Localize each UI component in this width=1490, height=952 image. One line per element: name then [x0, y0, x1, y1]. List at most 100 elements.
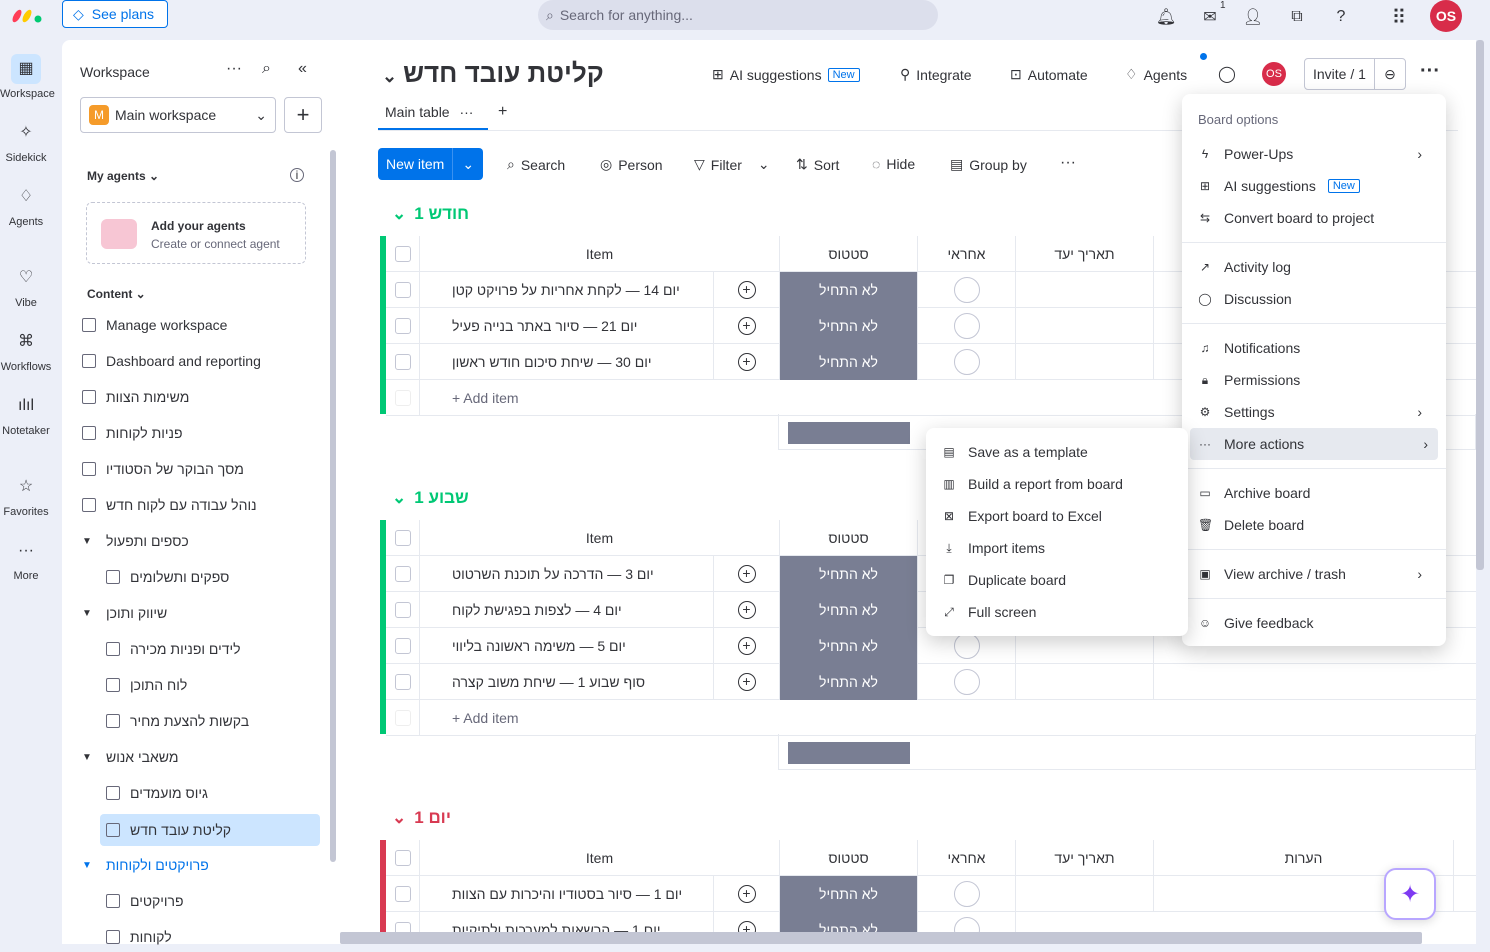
menu-item-activity-log[interactable]: ↗ Activity log: [1198, 251, 1291, 283]
inbox-icon[interactable]: ✉: [1199, 6, 1221, 28]
collapse-icon[interactable]: «: [298, 60, 307, 78]
table-row[interactable]: סוף שבוע 1 — שיחת משוב קצרה + לא התחיל: [386, 664, 1476, 700]
board-owner-avatar[interactable]: OS: [1262, 62, 1286, 86]
global-search-input[interactable]: ⌕ Search for anything...: [538, 0, 938, 30]
info-icon[interactable]: i: [290, 168, 304, 182]
sidebar-item-board[interactable]: לקוחות: [106, 922, 172, 952]
my-agents-section[interactable]: My agents ⌄: [87, 169, 159, 183]
sidebar-folder[interactable]: ▼ פרויקטים ולקוחות: [82, 850, 209, 880]
rail-notetaker[interactable]: ılıl Notetaker: [0, 391, 52, 437]
item-name[interactable]: יום 5 — משימה ראשונה בליווי: [420, 628, 714, 664]
sidebar-item-board[interactable]: פרויקטים: [106, 886, 184, 916]
new-item-button[interactable]: New item ⌄: [378, 148, 483, 180]
agents-button[interactable]: ♢ Agents: [1125, 66, 1187, 83]
status-cell[interactable]: לא התחיל: [780, 308, 918, 344]
item-name[interactable]: יום 3 — הדרכה על תוכנת השרטוט: [420, 556, 714, 592]
rail-workspace[interactable]: ▦ Workspace: [0, 54, 55, 100]
rail-agents[interactable]: ♢ Agents: [0, 182, 52, 228]
status-cell[interactable]: לא התחיל: [780, 664, 918, 700]
menu-item-archive[interactable]: ▭ Archive board: [1198, 477, 1310, 509]
automate-button[interactable]: ⊡ Automate: [1010, 66, 1088, 83]
add-agents-card[interactable]: Add your agents Create or connect agent: [86, 202, 306, 264]
person-filter-button[interactable]: ◎ Person: [600, 156, 663, 173]
menu-item-convert[interactable]: ⇆ Convert board to project: [1198, 202, 1374, 234]
menu-item-delete[interactable]: 🗑︎ Delete board: [1198, 509, 1304, 541]
content-section[interactable]: Content ⌄: [87, 287, 146, 301]
add-view-icon[interactable]: +: [498, 103, 507, 121]
due-cell[interactable]: [1016, 664, 1154, 700]
see-plans-button[interactable]: ◇ See plans: [62, 0, 168, 28]
checkbox[interactable]: [394, 886, 411, 902]
checkbox[interactable]: [394, 566, 411, 582]
hide-button[interactable]: ◌ Hide: [872, 156, 915, 172]
menu-item-build-report[interactable]: ▥ Build a report from board: [942, 468, 1123, 500]
group-title[interactable]: ⌄ יום 1: [392, 808, 451, 828]
bell-icon[interactable]: 🔔︎: [1155, 6, 1177, 28]
person-icon[interactable]: [953, 313, 980, 339]
board-menu-icon[interactable]: ···: [1420, 60, 1440, 83]
link-icon[interactable]: ⊖: [1375, 66, 1405, 83]
person-icon[interactable]: [953, 277, 980, 303]
select-all-cell[interactable]: [386, 236, 420, 272]
search-icon[interactable]: ⌕: [262, 60, 271, 78]
sidebar-item-board[interactable]: מסך הבוקר של הסטודיו: [82, 454, 244, 484]
menu-item-view-archive[interactable]: ▣ View archive / trash ›: [1198, 558, 1438, 590]
sidebar-options-icon[interactable]: ···: [226, 60, 242, 78]
rail-more[interactable]: ··· More: [0, 536, 52, 582]
sidebar-item-board[interactable]: גיוס מועמדים: [106, 778, 208, 808]
menu-item-export-excel[interactable]: ⊠ Export board to Excel: [942, 500, 1102, 532]
status-cell[interactable]: לא התחיל: [780, 272, 918, 308]
menu-item-settings[interactable]: ⚙ Settings ›: [1198, 396, 1438, 428]
status-cell[interactable]: לא התחיל: [780, 344, 918, 380]
sidebar-item-board[interactable]: פניות לקוחות: [82, 418, 183, 448]
add-item-button[interactable]: + Add item: [420, 700, 820, 736]
menu-item-full-screen[interactable]: ⤢ Full screen: [942, 596, 1036, 628]
sidebar-item-board[interactable]: לוח התוכן: [106, 670, 187, 700]
user-avatar[interactable]: OS: [1430, 0, 1462, 32]
invite-members-icon[interactable]: 👤︎: [1242, 6, 1264, 28]
sort-button[interactable]: ⇅ Sort: [796, 156, 839, 173]
sidebar-item-board[interactable]: לידים ופניות מכירה: [106, 634, 241, 664]
menu-item-permissions[interactable]: 🔒︎ Permissions: [1198, 364, 1300, 396]
invite-button[interactable]: Invite / 1 ⊖: [1304, 58, 1406, 90]
add-update-icon[interactable]: +: [737, 281, 756, 299]
person-icon[interactable]: [953, 881, 980, 907]
menu-item-discussion[interactable]: ◯ Discussion: [1198, 283, 1291, 315]
status-cell[interactable]: לא התחיל: [780, 628, 918, 664]
table-row[interactable]: יום 1 — סיור בסטודיו והיכרות עם הצוות + …: [386, 876, 1476, 912]
sidebar-scrollbar[interactable]: [330, 150, 336, 862]
menu-item-duplicate[interactable]: ❐ Duplicate board: [942, 564, 1066, 596]
chat-icon[interactable]: ◯: [1218, 64, 1236, 84]
sidebar-item-active-board[interactable]: קליטת עובד חדש: [100, 814, 320, 846]
checkbox[interactable]: [394, 318, 411, 334]
menu-item-save-template[interactable]: ▤ Save as a template: [942, 436, 1088, 468]
person-icon[interactable]: [953, 633, 980, 659]
sidebar-item-doc[interactable]: נוהל עבודה עם לקוח חדש: [82, 490, 257, 520]
checkbox[interactable]: [394, 638, 411, 654]
chevron-down-icon[interactable]: ⌄: [453, 156, 483, 173]
sidebar-item-board[interactable]: בקשות להצעת מחיר: [106, 706, 249, 736]
search-button[interactable]: ⌕ Search: [507, 156, 565, 173]
board-scrollbar[interactable]: [1476, 40, 1484, 570]
status-cell[interactable]: לא התחיל: [780, 556, 918, 592]
ai-suggestions-button[interactable]: ⊞ AI suggestions New: [712, 66, 860, 83]
add-update-icon[interactable]: +: [737, 317, 756, 335]
rail-vibe[interactable]: ♡ Vibe: [0, 263, 52, 309]
add-update-icon[interactable]: +: [737, 885, 756, 903]
menu-item-notifications[interactable]: ♫ Notifications: [1198, 332, 1301, 364]
board-title[interactable]: ⌄ קליטת עובד חדש: [382, 58, 604, 89]
item-name[interactable]: יום 14 — לקחת אחריות על פרויקט קטן: [420, 272, 714, 308]
checkbox[interactable]: [394, 850, 411, 866]
rail-workflows[interactable]: ⌘ Workflows: [0, 327, 52, 373]
add-item-button[interactable]: + Add item: [420, 380, 820, 416]
item-name[interactable]: יום 4 — לצפות בפגישת לקוח: [420, 592, 714, 628]
workspace-select[interactable]: M Main workspace ⌄: [80, 97, 276, 133]
item-name[interactable]: יום 21 — סיור באתר בנייה פעיל: [420, 308, 714, 344]
add-workspace-button[interactable]: +: [284, 97, 322, 133]
group-title[interactable]: ⌄ חודש 1: [392, 204, 469, 224]
menu-item-feedback[interactable]: ☺ Give feedback: [1198, 607, 1314, 639]
add-update-icon[interactable]: +: [737, 601, 756, 619]
checkbox[interactable]: [394, 674, 411, 690]
add-item-row[interactable]: + Add item: [386, 700, 1476, 736]
person-icon[interactable]: [953, 669, 980, 695]
